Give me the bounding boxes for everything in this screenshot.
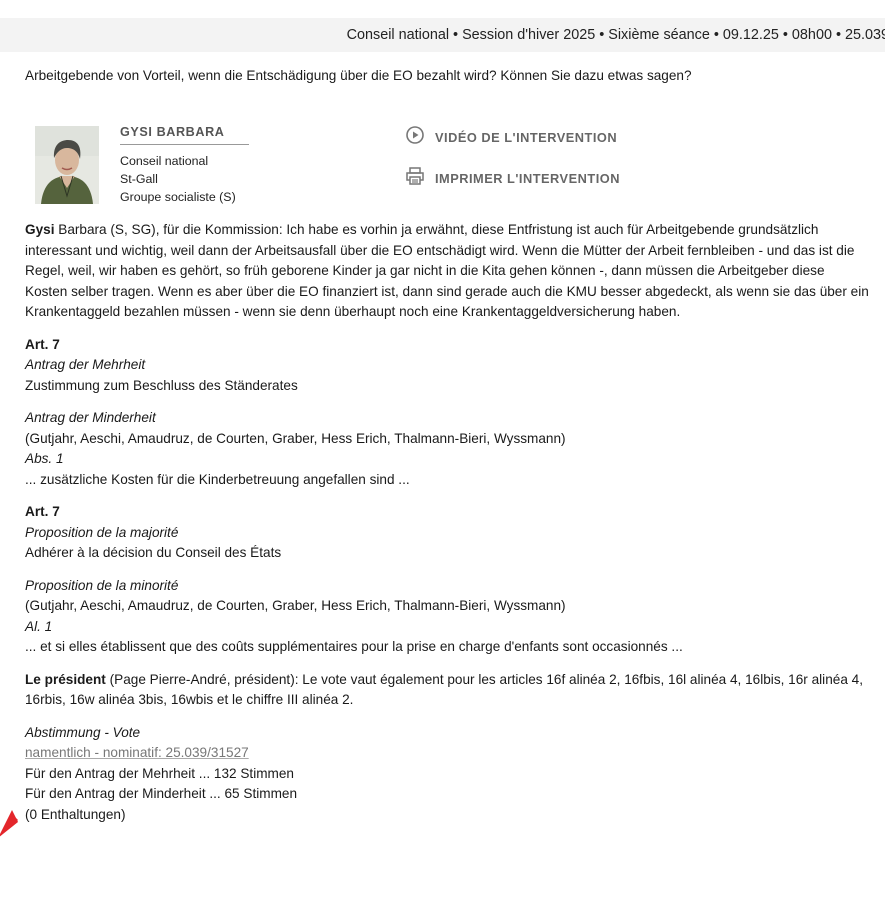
article-fr-minority-members: (Gutjahr, Aeschi, Amaudruz, de Courten, … <box>25 598 566 613</box>
president-text: (Page Pierre-André, président): Le vote … <box>25 671 863 708</box>
session-title: Conseil national • Session d'hiver 2025 … <box>346 26 885 43</box>
vote-block: Abstimmung - Vote namentlich - nominatif… <box>25 723 870 826</box>
speech-paragraph: Gysi Barbara (S, SG), für die Kommission… <box>25 220 870 323</box>
play-icon <box>405 125 425 152</box>
session-header-bar: Conseil national • Session d'hiver 2025 … <box>0 18 885 52</box>
article-de: Art. 7 Antrag der Mehrheit Zustimmung zu… <box>25 335 870 397</box>
speech-speaker: Gysi <box>25 222 55 237</box>
article-fr-para-text: ... et si elles établissent que des coût… <box>25 639 683 654</box>
video-label: VIDÉO DE L'INTERVENTION <box>435 129 618 145</box>
speaker-block: GYSI BARBARA Conseil national St-Gall Gr… <box>25 122 870 218</box>
article-de-para-text: ... zusätzliche Kosten für die Kinderbet… <box>25 471 410 487</box>
article-de-majority-text: Zustimmung zum Beschluss des Ständerates <box>25 377 298 393</box>
speaker-group: Groupe socialiste (S) <box>120 190 236 204</box>
vote-majority-result: Für den Antrag der Mehrheit ... 132 Stim… <box>25 765 294 781</box>
president-label: Le président <box>25 671 106 687</box>
vote-detail-link[interactable]: namentlich - nominatif: 25.039/31527 <box>25 743 870 764</box>
transcript-body: Gysi Barbara (S, SG), für die Kommission… <box>25 220 870 825</box>
article-de-majority-label: Antrag der Mehrheit <box>25 357 146 372</box>
speaker-info: GYSI BARBARA Conseil national St-Gall Gr… <box>120 122 250 206</box>
article-fr-majority-label: Proposition de la majorité <box>25 524 179 540</box>
article-de-minority-label: Antrag der Minderheit <box>25 410 156 425</box>
speech-text: Barbara (S, SG), für die Kommission: Ich… <box>25 222 869 319</box>
article-fr: Art. 7 Proposition de la majorité Adhére… <box>25 502 870 564</box>
printer-icon <box>405 166 425 193</box>
previous-speech-line: Arbeitgebende von Vorteil, wenn die Ents… <box>25 68 692 83</box>
article-fr-majority-text: Adhérer à la décision du Conseil des Éta… <box>25 545 282 560</box>
print-button[interactable]: IMPRIMER L'INTERVENTION <box>405 167 620 191</box>
speech-actions: VIDÉO DE L'INTERVENTION IMPRIMER L'INTER… <box>405 125 620 208</box>
article-de-minority: Antrag der Minderheit (Gutjahr, Aeschi, … <box>25 408 870 490</box>
annotation-arrow-icon <box>0 810 18 837</box>
article-fr-minority: Proposition de la minorité (Gutjahr, Aes… <box>25 576 870 658</box>
article-de-minority-members: (Gutjahr, Aeschi, Amaudruz, de Courten, … <box>25 430 566 446</box>
speaker-canton: St-Gall <box>120 172 158 186</box>
print-label: IMPRIMER L'INTERVENTION <box>435 170 620 186</box>
speaker-council: Conseil national <box>120 154 209 168</box>
vote-heading: Abstimmung - Vote <box>25 724 141 740</box>
speaker-name-link[interactable]: GYSI BARBARA <box>120 122 250 145</box>
vote-abstentions: (0 Enthaltungen) <box>25 806 126 822</box>
article-de-title: Art. 7 <box>25 336 60 352</box>
vote-minority-result: Für den Antrag der Minderheit ... 65 Sti… <box>25 786 298 801</box>
article-fr-minority-label: Proposition de la minorité <box>25 577 179 593</box>
speaker-photo <box>35 126 99 204</box>
president-paragraph: Le président (Page Pierre-André, préside… <box>25 670 870 711</box>
article-fr-title: Art. 7 <box>25 504 60 519</box>
article-fr-para-label: Al. 1 <box>25 618 53 634</box>
video-button[interactable]: VIDÉO DE L'INTERVENTION <box>405 125 620 152</box>
article-de-para-label: Abs. 1 <box>25 451 64 466</box>
